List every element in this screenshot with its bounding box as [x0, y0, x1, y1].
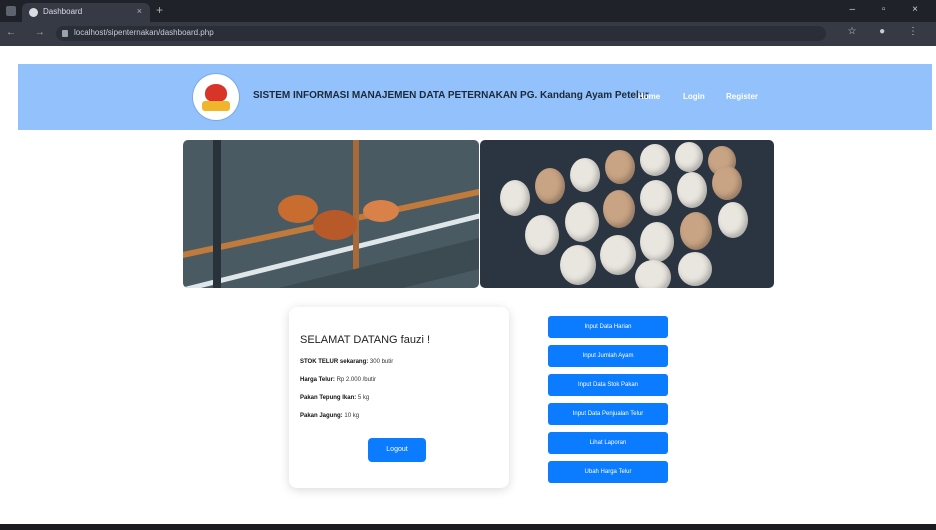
pakan-tepung-label: Pakan Tepung Ikan: [300, 395, 357, 401]
nav-register-link[interactable]: Register [726, 92, 758, 101]
harga-telur-value: Rp 2.000 /butir [336, 377, 376, 383]
pakan-jagung-label: Pakan Jagung: [300, 413, 343, 419]
nav-login-link[interactable]: Login [683, 92, 705, 101]
pakan-jagung-info: Pakan Jagung: 10 kg [300, 413, 359, 419]
pakan-tepung-info: Pakan Tepung Ikan: 5 kg [300, 395, 369, 401]
stok-telur-value: 300 butir [369, 359, 394, 365]
chicken-icon [205, 84, 227, 102]
window-menu-icon[interactable] [6, 6, 16, 16]
site-header: SISTEM INFORMASI MANAJEMEN DATA PETERNAK… [18, 64, 932, 130]
input-penjualan-telur-button[interactable]: Input Data Penjualan Telur [548, 403, 668, 425]
nav-home-link[interactable]: Home [638, 92, 660, 101]
brand-title: SISTEM INFORMASI MANAJEMEN DATA PETERNAK… [253, 90, 649, 101]
os-taskbar [0, 524, 936, 530]
window-controls[interactable]: – ▫ × [849, 4, 930, 15]
url-field[interactable]: localhost/sipenternakan/dashboard.php [56, 26, 826, 41]
browser-tab[interactable]: Dashboard × [22, 3, 150, 22]
welcome-card: SELAMAT DATANG fauzi ! STOK TELUR sekara… [289, 307, 509, 488]
harga-telur-info: Harga Telur: Rp 2.000 /butir [300, 377, 376, 383]
lihat-laporan-button[interactable]: Lihat Laporan [548, 432, 668, 454]
pakan-tepung-value: 5 kg [357, 395, 370, 401]
eggs-photo [480, 140, 774, 288]
url-text: localhost/sipenternakan/dashboard.php [74, 28, 214, 37]
harga-telur-label: Harga Telur: [300, 377, 335, 383]
page: SISTEM INFORMASI MANAJEMEN DATA PETERNAK… [0, 46, 936, 524]
stok-telur-label: STOK TELUR sekarang: [300, 359, 369, 365]
address-bar: ← → ⟳ localhost/sipenternakan/dashboard.… [0, 22, 936, 46]
browser-tab-bar: Dashboard × + – ▫ × [0, 0, 936, 22]
toolbar-icons[interactable]: ☆ ● ⋮ [847, 26, 928, 37]
input-data-harian-button[interactable]: Input Data Harian [548, 316, 668, 338]
new-tab-icon[interactable]: + [156, 3, 163, 17]
pakan-jagung-value: 10 kg [344, 413, 360, 419]
input-stok-pakan-button[interactable]: Input Data Stok Pakan [548, 374, 668, 396]
tab-close-icon[interactable]: × [137, 6, 142, 16]
input-jumlah-ayam-button[interactable]: Input Jumlah Ayam [548, 345, 668, 367]
farm-logo [193, 74, 239, 120]
favicon-icon [29, 8, 38, 17]
logout-button[interactable]: Logout [368, 438, 426, 462]
site-info-icon[interactable] [62, 30, 68, 37]
stok-telur-info: STOK TELUR sekarang: 300 butir [300, 359, 393, 365]
hens-photo [183, 140, 479, 288]
tab-title: Dashboard [43, 7, 83, 16]
ubah-harga-telur-button[interactable]: Ubah Harga Telur [548, 461, 668, 483]
logo-base [202, 101, 230, 111]
welcome-heading: SELAMAT DATANG fauzi ! [300, 334, 430, 346]
banner-photos [183, 140, 774, 288]
